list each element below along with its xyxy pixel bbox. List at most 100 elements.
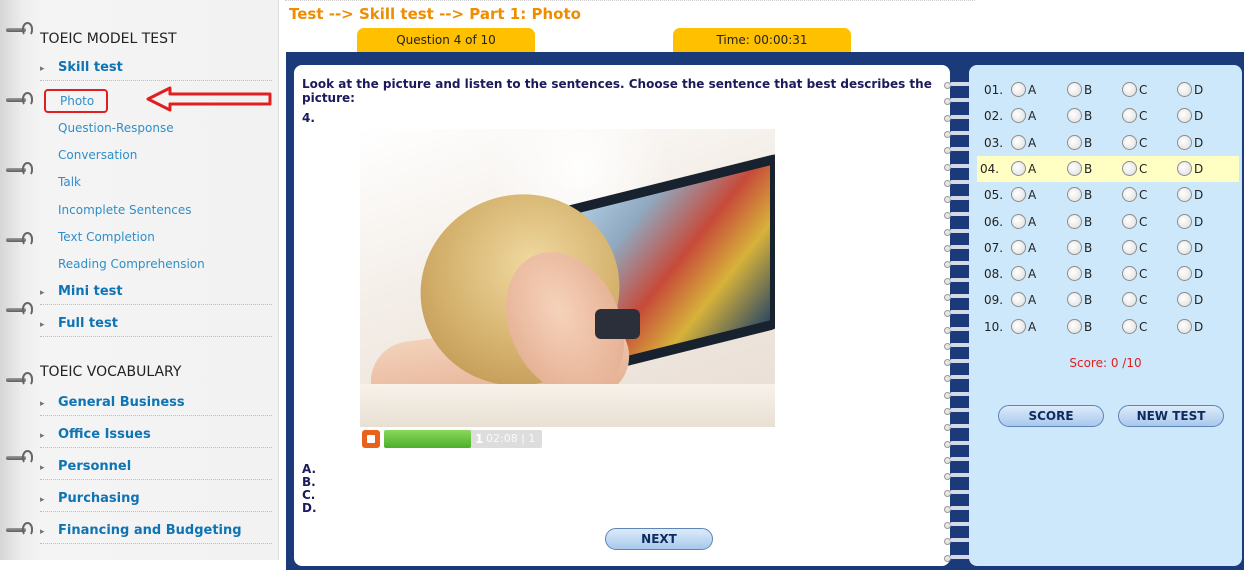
radio-button[interactable]	[1011, 213, 1026, 229]
answer-option-label: A	[1028, 267, 1037, 282]
radio-button[interactable]	[1177, 318, 1192, 334]
choice-d[interactable]: D.	[302, 501, 317, 515]
answer-option-label: B	[1084, 188, 1093, 203]
radio-button[interactable]	[1177, 134, 1192, 150]
sidebar-item-label: Office Issues	[58, 427, 151, 442]
sidebar-item-financing-and-budgeting[interactable]: ▸ Financing and Budgeting	[40, 520, 272, 544]
sidebar-subitem-talk[interactable]: Talk	[58, 175, 81, 189]
binder-ring-icon	[942, 308, 972, 318]
choice-b[interactable]: B.	[302, 475, 316, 489]
answer-option-label: D	[1194, 267, 1204, 282]
radio-button[interactable]	[1011, 134, 1026, 150]
binder-ring-icon	[942, 520, 972, 530]
sidebar-subitem-incomplete-sentences[interactable]: Incomplete Sentences	[58, 203, 192, 217]
radio-button[interactable]	[1177, 266, 1192, 282]
radio-button[interactable]	[1011, 266, 1026, 282]
binder-ring-icon	[942, 162, 972, 171]
sidebar-item-purchasing[interactable]: ▸ Purchasing	[40, 488, 272, 512]
answer-option-label: C	[1139, 214, 1148, 229]
answer-option-label: D	[1194, 135, 1204, 150]
answer-option-label: D	[1194, 293, 1204, 308]
radio-button[interactable]	[1067, 266, 1082, 282]
choice-c[interactable]: C.	[302, 488, 315, 502]
radio-button[interactable]	[1122, 318, 1137, 334]
question-instruction: Look at the picture and listen to the se…	[302, 77, 932, 105]
radio-button[interactable]	[1067, 318, 1082, 334]
answer-row: 01. A B C D	[981, 77, 1239, 103]
binder-ring-icon	[942, 325, 972, 334]
radio-button[interactable]	[1122, 239, 1137, 255]
radio-button[interactable]	[1122, 187, 1137, 203]
answer-option-label: C	[1139, 267, 1148, 282]
answer-row: 03. A B C D	[981, 130, 1239, 156]
binder-ring-icon	[942, 471, 972, 481]
radio-button[interactable]	[1177, 187, 1192, 203]
radio-button[interactable]	[1067, 160, 1082, 176]
sidebar-item-skill-test[interactable]: ▸ Skill test	[40, 57, 272, 81]
binder-ring-icon	[6, 22, 33, 36]
score-button[interactable]: SCORE	[998, 405, 1104, 427]
choice-a[interactable]: A.	[302, 462, 316, 476]
radio-button[interactable]	[1011, 82, 1026, 97]
binder-ring-icon	[942, 194, 972, 204]
radio-button[interactable]	[1177, 239, 1192, 255]
radio-button[interactable]	[1122, 292, 1137, 308]
radio-button[interactable]	[1067, 187, 1082, 203]
radio-button[interactable]	[1067, 82, 1082, 97]
radio-button[interactable]	[1011, 239, 1026, 255]
binder-ring-icon	[6, 372, 33, 386]
new-test-button[interactable]: NEW TEST	[1118, 405, 1224, 427]
sidebar-item-label: Purchasing	[58, 491, 140, 506]
sidebar-subitem-text-completion[interactable]: Text Completion	[58, 230, 155, 244]
binder-ring-icon	[942, 129, 972, 138]
binder-ring-icon	[6, 450, 33, 464]
radio-button[interactable]	[1011, 292, 1026, 308]
next-button[interactable]: NEXT	[605, 528, 713, 550]
radio-button[interactable]	[1122, 266, 1137, 282]
stop-icon[interactable]	[362, 430, 380, 448]
binder-ring-icon	[942, 439, 972, 448]
sidebar-subitem-photo[interactable]: Photo	[44, 89, 109, 113]
chevron-right-icon: ▸	[40, 288, 45, 298]
radio-button[interactable]	[1177, 213, 1192, 229]
answer-row-number: 02.	[984, 109, 1004, 124]
answer-row-number: 06.	[984, 214, 1004, 229]
answer-option-label: D	[1194, 83, 1204, 97]
radio-button[interactable]	[1011, 187, 1026, 203]
sidebar-subitem-reading-comprehension[interactable]: Reading Comprehension	[58, 257, 205, 271]
binder-ring-icon	[942, 292, 972, 301]
answer-row-number: 03.	[984, 135, 1004, 150]
radio-button[interactable]	[1067, 292, 1082, 308]
radio-button[interactable]	[1122, 213, 1137, 229]
radio-button[interactable]	[1067, 239, 1082, 255]
sidebar-item-full-test[interactable]: ▸ Full test	[40, 313, 272, 337]
sidebar-item-office-issues[interactable]: ▸ Office Issues	[40, 424, 272, 448]
sidebar-subitem-conversation[interactable]: Conversation	[58, 148, 137, 162]
radio-button[interactable]	[1011, 318, 1026, 334]
sidebar-subitem-question-response[interactable]: Question-Response	[58, 121, 174, 135]
radio-button[interactable]	[1067, 213, 1082, 229]
radio-button[interactable]	[1011, 160, 1026, 176]
answer-row: 06. A B C D	[981, 209, 1239, 235]
audio-player: 1 02:08 | 1	[362, 429, 544, 449]
answer-option-label: A	[1028, 135, 1037, 150]
radio-button[interactable]	[1067, 108, 1082, 124]
radio-button[interactable]	[1177, 160, 1192, 176]
radio-button[interactable]	[1177, 292, 1192, 308]
radio-button[interactable]	[1177, 82, 1192, 97]
binder-ring-icon	[942, 113, 972, 122]
radio-button[interactable]	[1011, 108, 1026, 124]
radio-button[interactable]	[1177, 108, 1192, 124]
answer-option-label: B	[1084, 161, 1093, 176]
binder-ring-icon	[942, 178, 972, 187]
answer-sheet: 01. A B C D 02. A B C D 03. A B C D 04. A B C D 05. A B C D 06. A B…	[969, 65, 1242, 566]
sidebar-item-mini-test[interactable]: ▸ Mini test	[40, 281, 272, 305]
question-photo	[360, 129, 775, 427]
radio-button[interactable]	[1122, 134, 1137, 150]
sidebar-item-general-business[interactable]: ▸ General Business	[40, 392, 272, 416]
sidebar-item-personnel[interactable]: ▸ Personnel	[40, 456, 272, 480]
radio-button[interactable]	[1122, 160, 1137, 176]
radio-button[interactable]	[1067, 134, 1082, 150]
radio-button[interactable]	[1122, 108, 1137, 124]
radio-button[interactable]	[1122, 82, 1137, 97]
